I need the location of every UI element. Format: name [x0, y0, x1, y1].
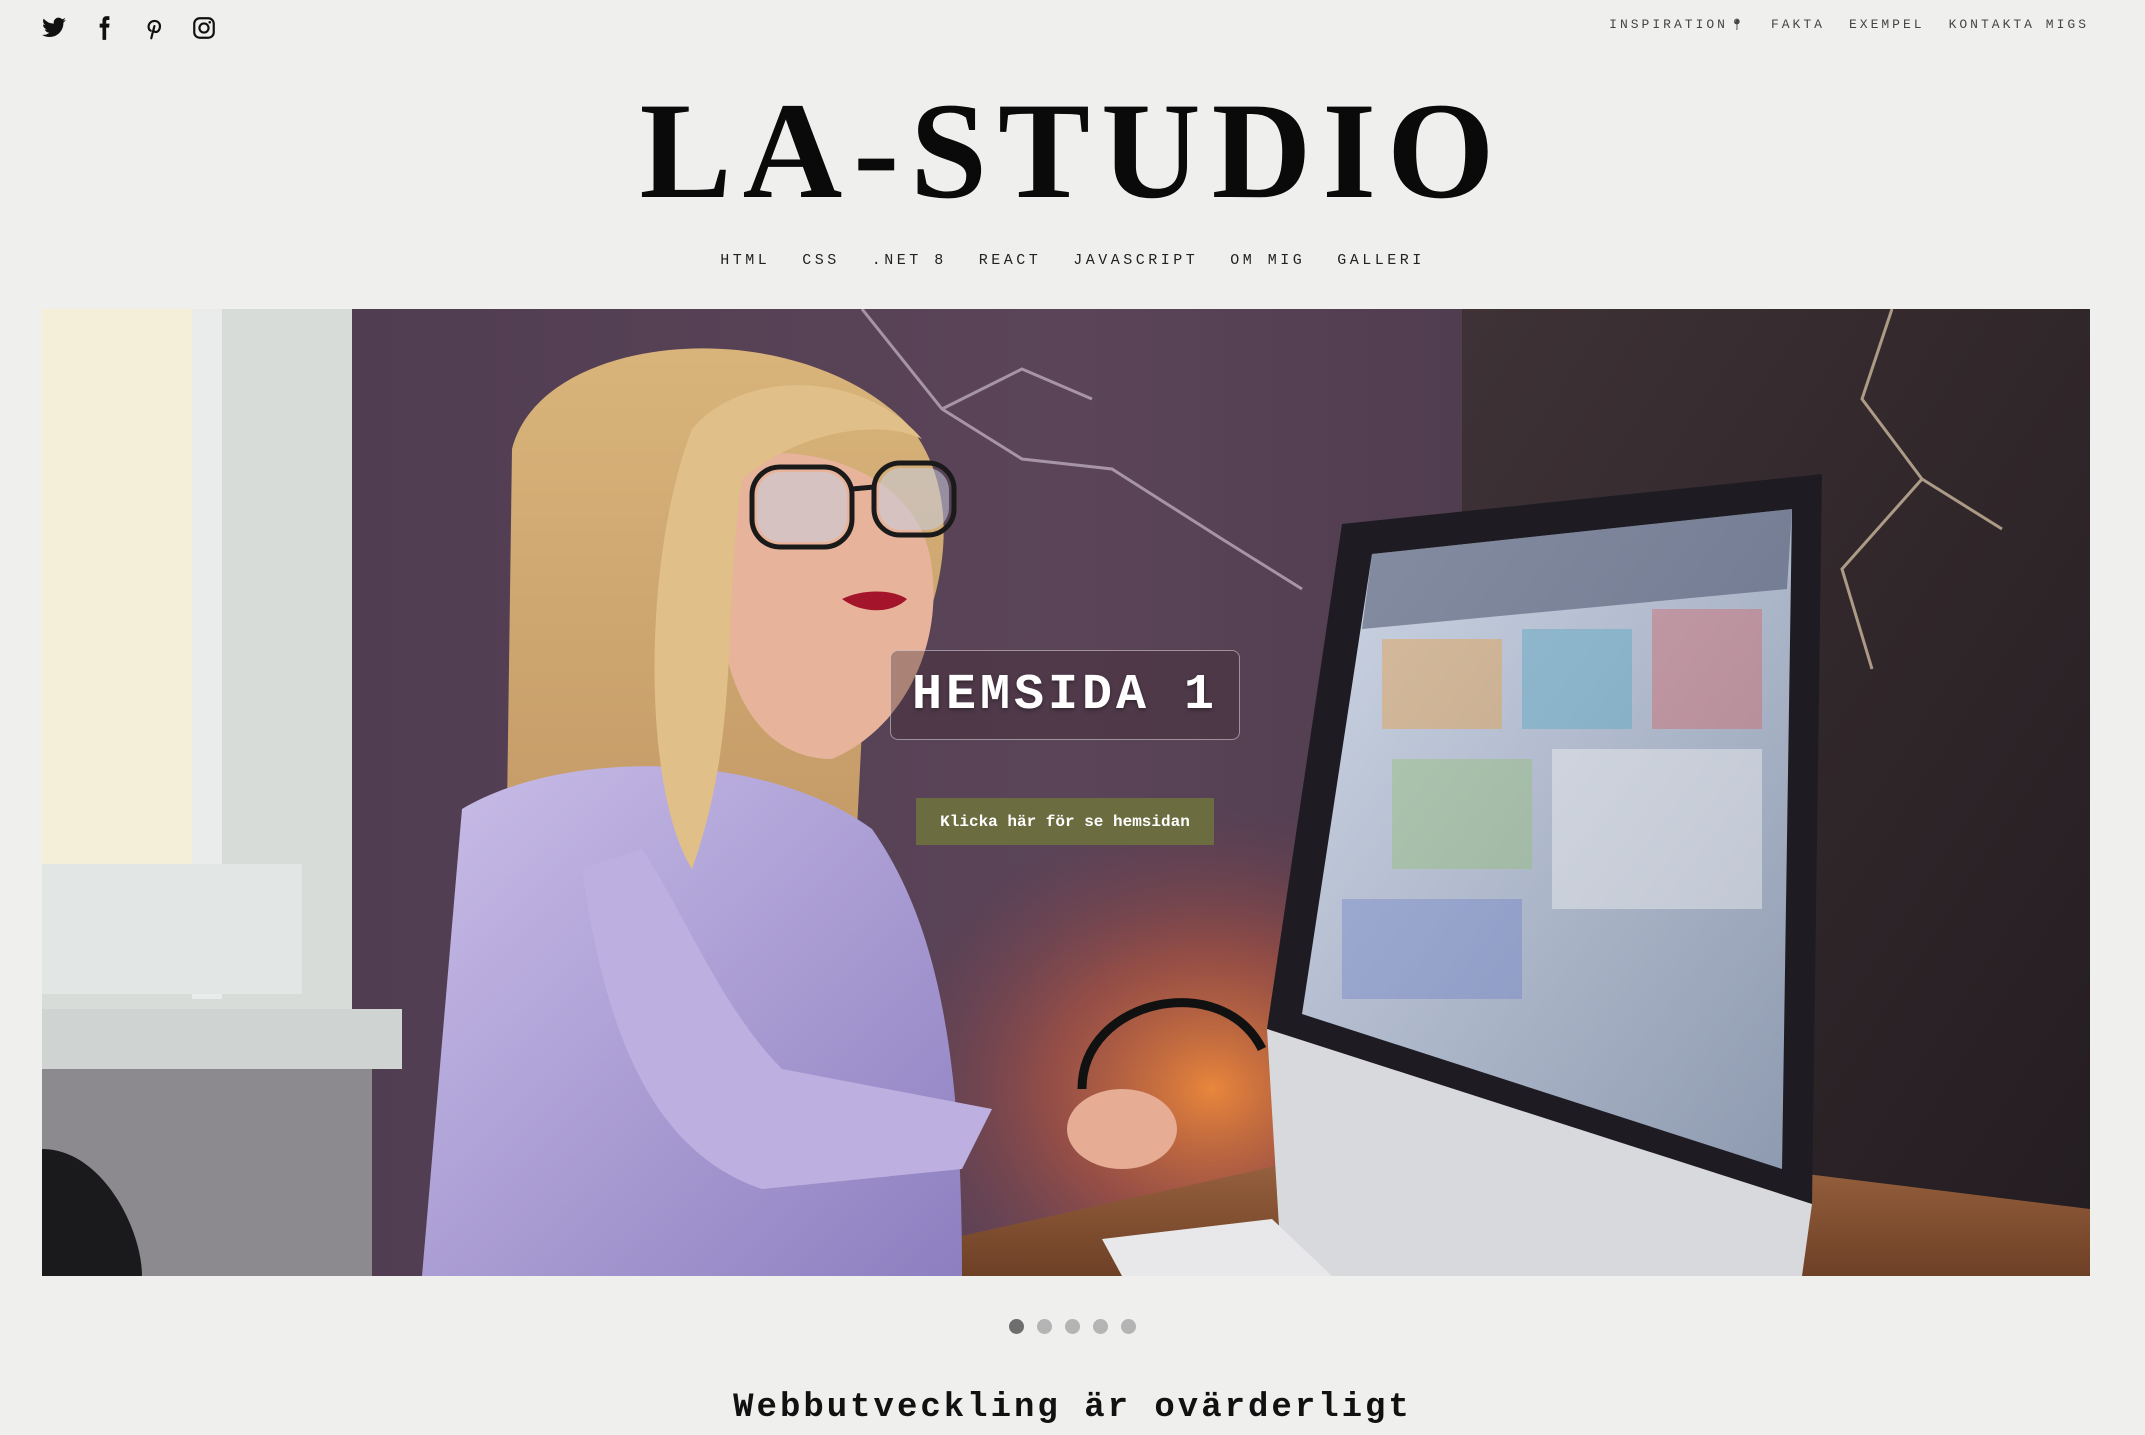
carousel-dot-1[interactable] [1009, 1319, 1024, 1334]
top-nav-inspiration[interactable]: INSPIRATION 📍︎ [1609, 17, 1747, 32]
nav-item-html[interactable]: HTML [720, 252, 770, 269]
nav-item-net8[interactable]: .NET 8 [872, 252, 947, 269]
top-bar: INSPIRATION 📍︎ FAKTA EXEMPEL KONTAKTA MIG… [0, 0, 2145, 60]
nav-item-javascript[interactable]: JAVASCRIPT [1073, 252, 1198, 269]
pinterest-icon[interactable] [140, 14, 168, 42]
carousel-dots [0, 1319, 2145, 1334]
top-nav-label: INSPIRATION [1609, 17, 1728, 32]
site-logo[interactable]: LA-STUDIO [0, 82, 2145, 220]
nav-item-galleri[interactable]: GALLERI [1337, 252, 1425, 269]
top-nav: INSPIRATION 📍︎ FAKTA EXEMPEL KONTAKTA MIG… [1609, 17, 2089, 32]
top-nav-kontakta[interactable]: KONTAKTA MIGS [1949, 17, 2089, 32]
carousel-dot-3[interactable] [1065, 1319, 1080, 1334]
facebook-icon[interactable] [90, 14, 118, 42]
instagram-icon[interactable] [190, 14, 218, 42]
section-heading: Webbutveckling är ovärderligt [733, 1389, 1412, 1427]
social-links [40, 14, 218, 42]
carousel-dot-5[interactable] [1121, 1319, 1136, 1334]
nav-item-css[interactable]: CSS [802, 252, 840, 269]
hero-title: HEMSIDA 1 [890, 650, 1240, 740]
view-site-button[interactable]: Klicka här för se hemsidan [916, 798, 1214, 845]
nav-item-om-mig[interactable]: OM MIG [1230, 252, 1305, 269]
nav-item-react[interactable]: REACT [979, 252, 1042, 269]
main-nav: HTML CSS .NET 8 REACT JAVASCRIPT OM MIG … [0, 252, 2145, 269]
hero-slider: HEMSIDA 1 Klicka här för se hemsidan [42, 309, 2090, 1276]
twitter-icon[interactable] [40, 14, 68, 42]
carousel-dot-4[interactable] [1093, 1319, 1108, 1334]
pin-icon: 📍︎ [1729, 20, 1747, 32]
top-nav-fakta[interactable]: FAKTA [1771, 17, 1825, 32]
hero-image [42, 309, 2090, 1276]
carousel-dot-2[interactable] [1037, 1319, 1052, 1334]
top-nav-exempel[interactable]: EXEMPEL [1849, 17, 1925, 32]
